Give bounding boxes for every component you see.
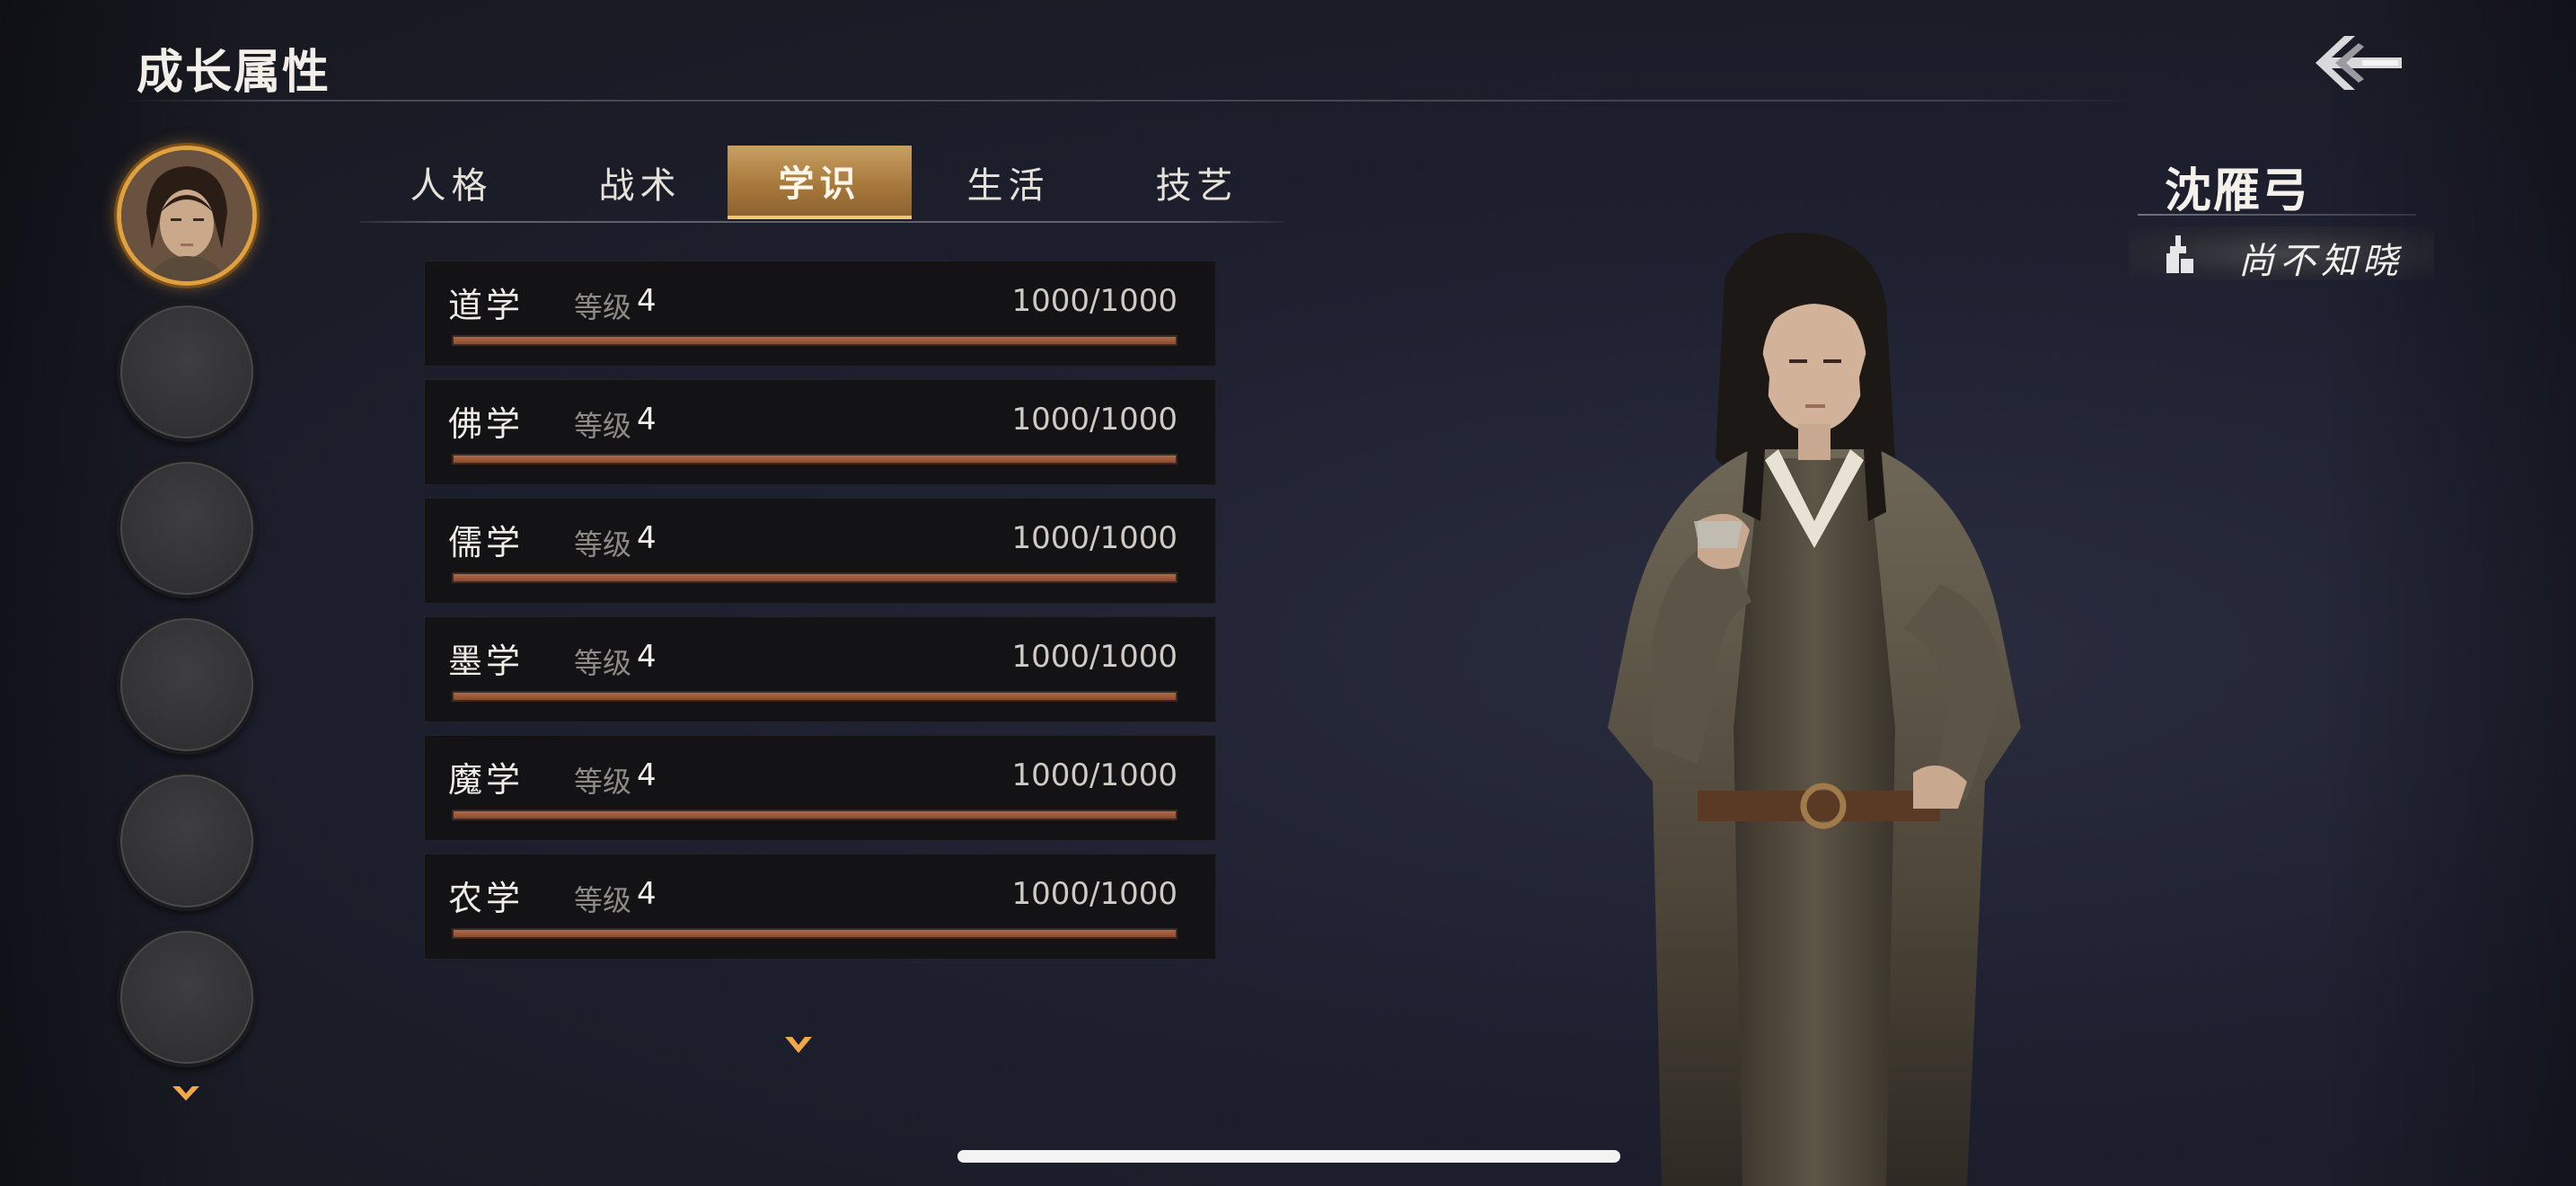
attribute-row[interactable]: 儒学 等级 4 1000/1000	[424, 498, 1216, 604]
attribute-progress-text: 1000/1000	[1011, 876, 1178, 912]
chevron-down-icon	[785, 1037, 812, 1053]
attribute-list-more-button[interactable]	[783, 1033, 814, 1057]
attribute-progress-bar	[452, 928, 1178, 939]
tab-tactics[interactable]: 战术	[548, 146, 732, 219]
back-button[interactable]	[2308, 25, 2407, 101]
attribute-progress-fill	[454, 574, 1176, 581]
attribute-progress-bar	[452, 572, 1178, 583]
attribute-progress-bar	[452, 691, 1178, 702]
attribute-progress-fill	[454, 456, 1176, 463]
attribute-name: 农学	[448, 879, 525, 918]
character-slot-active[interactable]	[117, 146, 257, 286]
character-slot-empty[interactable]	[117, 458, 257, 598]
attribute-progress-fill	[454, 811, 1176, 819]
tab-label: 学识	[778, 164, 861, 205]
name-divider	[2138, 214, 2416, 216]
character-avatar	[121, 150, 252, 281]
page-title: 成长属性	[137, 46, 331, 100]
attribute-progress-fill	[454, 693, 1176, 700]
attribute-progress-text: 1000/1000	[1011, 757, 1178, 793]
attribute-level-value: 4	[637, 757, 657, 793]
attribute-level-label: 等级	[574, 646, 632, 680]
header-divider	[126, 100, 2138, 102]
character-slot-empty[interactable]	[117, 615, 257, 755]
tab-label: 技艺	[1155, 165, 1239, 207]
chevron-down-icon	[172, 1086, 199, 1101]
attribute-name: 儒学	[448, 523, 525, 562]
attribute-progress-text: 1000/1000	[1011, 283, 1178, 319]
attribute-row[interactable]: 佛学 等级 4 1000/1000	[424, 379, 1216, 485]
attribute-level-label: 等级	[574, 409, 632, 443]
tab-life[interactable]: 生活	[916, 146, 1100, 219]
attribute-progress-text: 1000/1000	[1011, 639, 1178, 675]
tab-label: 生活	[966, 165, 1050, 207]
attribute-level-value: 4	[637, 520, 657, 556]
character-slot-empty[interactable]	[117, 927, 257, 1067]
attribute-level-value: 4	[637, 639, 657, 675]
character-slot-empty[interactable]	[117, 302, 257, 442]
attribute-progress-text: 1000/1000	[1011, 520, 1178, 556]
tab-knowledge[interactable]: 学识	[728, 146, 912, 219]
character-slot-empty[interactable]	[117, 771, 257, 911]
attribute-progress-bar	[452, 335, 1178, 346]
attribute-level-value: 4	[637, 283, 657, 319]
tower-icon	[2166, 235, 2193, 273]
attribute-level-value: 4	[637, 402, 657, 438]
attribute-row[interactable]: 道学 等级 4 1000/1000	[424, 261, 1216, 367]
attribute-row[interactable]: 魔学 等级 4 1000/1000	[424, 735, 1216, 841]
attribute-level-label: 等级	[574, 290, 632, 324]
tabs-divider	[359, 221, 1284, 223]
tab-craft[interactable]: 技艺	[1105, 146, 1289, 219]
tab-label: 战术	[598, 165, 682, 207]
motto-text: 尚不知晓	[2238, 241, 2404, 282]
attribute-level-value: 4	[637, 876, 657, 912]
attribute-name: 魔学	[448, 760, 525, 800]
attribute-name: 佛学	[448, 404, 525, 444]
attribute-progress-fill	[454, 930, 1176, 937]
attribute-row[interactable]: 农学 等级 4 1000/1000	[424, 854, 1216, 960]
tab-label: 人格	[410, 165, 493, 207]
character-portrait	[1518, 225, 2111, 1186]
attribute-level-label: 等级	[574, 883, 632, 917]
attribute-name: 墨学	[448, 642, 525, 681]
attribute-progress-bar	[452, 810, 1178, 820]
character-motto: 尚不知晓	[2129, 226, 2434, 282]
attribute-level-label: 等级	[574, 527, 632, 562]
back-arrow-icon	[2316, 36, 2402, 90]
category-tabs: 人格 战术 学识 生活 技艺	[359, 146, 1284, 223]
attribute-row[interactable]: 墨学 等级 4 1000/1000	[424, 616, 1216, 722]
attribute-name: 道学	[448, 286, 525, 325]
attribute-progress-text: 1000/1000	[1011, 402, 1178, 438]
attribute-level-label: 等级	[574, 765, 632, 799]
character-name: 沈雁弓	[2165, 164, 2311, 218]
character-list-more-button[interactable]	[171, 1083, 201, 1104]
attribute-progress-fill	[454, 337, 1176, 344]
home-indicator[interactable]	[957, 1150, 1620, 1163]
tab-personality[interactable]: 人格	[359, 146, 543, 219]
attribute-progress-bar	[452, 454, 1178, 465]
